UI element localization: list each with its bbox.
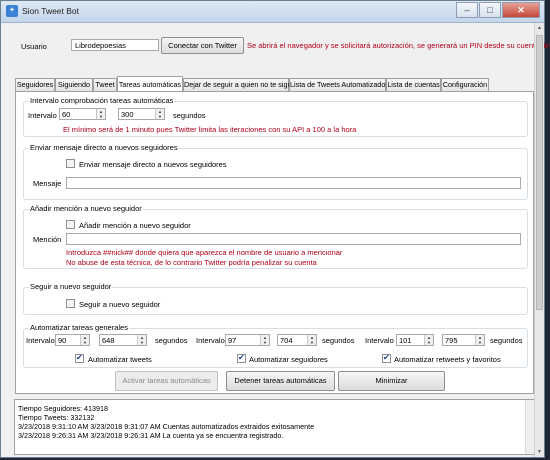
stepper-down-icon[interactable]: ▼ xyxy=(97,114,105,119)
scroll-up-icon[interactable]: ▲ xyxy=(535,23,544,33)
minimize-button[interactable]: Minimizar xyxy=(338,371,445,391)
interval-from-value: 60 xyxy=(62,110,71,119)
tweets-unit: segundos xyxy=(155,336,188,345)
mention-checkbox-label: Añadir mención a nuevo seguidor xyxy=(79,221,191,230)
tweets-to-value: 648 xyxy=(102,336,115,345)
stepper-down-icon[interactable]: ▼ xyxy=(308,340,316,345)
general-group-title: Automatizar tareas generales xyxy=(29,323,129,332)
tweets-from-stepper[interactable]: 90 ▲ ▼ xyxy=(55,334,90,346)
log-output[interactable]: Tiempo Seguidores: 413918 Tiempo Tweets:… xyxy=(14,399,535,455)
tweets-from-value: 90 xyxy=(58,336,67,345)
followers-unit: segundos xyxy=(322,336,355,345)
automate-retweets-checkbox[interactable] xyxy=(382,353,391,363)
tab-lista-cuentas[interactable]: Lista de cuentas xyxy=(386,78,441,91)
interval-group-title: Intervalo comprobación tareas automática… xyxy=(29,96,175,105)
followers-to-stepper[interactable]: 704 ▲ ▼ xyxy=(277,334,317,346)
mention-checkbox[interactable] xyxy=(66,220,75,229)
tab-siguiendo[interactable]: Siguiendo xyxy=(55,78,93,91)
tweets-to-stepper[interactable]: 648 ▲ ▼ xyxy=(99,334,147,346)
log-line: Tiempo Tweets: 332132 xyxy=(18,413,95,422)
follow-group: Seguir a nuevo seguidor Seguir a nuevo s… xyxy=(23,282,528,315)
log-scrollbar[interactable] xyxy=(525,400,534,454)
mention-hint-nick: Introduzca ##nick## donde quiera que apa… xyxy=(66,248,343,257)
general-group: Automatizar tareas generales Intervalo 9… xyxy=(23,323,528,368)
scrollbar-thumb[interactable] xyxy=(536,35,543,310)
main-window: ✦ Sion Tweet Bot – □ ✕ Usuario Librodepo… xyxy=(0,0,550,458)
stepper-down-icon[interactable]: ▼ xyxy=(81,340,89,345)
tab-dejar-de-seguir[interactable]: Dejar de seguir a quien no te sigue xyxy=(183,78,295,91)
interval-group: Intervalo comprobación tareas automática… xyxy=(23,96,528,137)
followers-from-stepper[interactable]: 97 ▲ ▼ xyxy=(225,334,270,346)
window-title: Sion Tweet Bot xyxy=(22,6,80,16)
tab-seguidores[interactable]: Seguidores xyxy=(15,78,55,91)
retweets-to-value: 795 xyxy=(445,336,458,345)
log-line: 3/23/2018 9:31:10 AM 3/23/2018 9:31:07 A… xyxy=(18,422,315,431)
automate-retweets-label: Automatizar retweets y favoritos xyxy=(394,355,501,364)
connect-notice: Se abrirá el navegador y se solicitará a… xyxy=(247,41,550,50)
dm-group: Enviar mensaje directo a nuevos seguidor… xyxy=(23,143,528,200)
retweets-from-stepper[interactable]: 101 ▲ ▼ xyxy=(396,334,434,346)
interval-label: Intervalo xyxy=(28,111,57,120)
dm-checkbox-label: Enviar mensaje directo a nuevos seguidor… xyxy=(79,160,227,169)
stepper-down-icon[interactable]: ▼ xyxy=(138,340,146,345)
mention-group: Añadir mención a nuevo seguidor Añadir m… xyxy=(23,204,528,269)
dm-checkbox[interactable] xyxy=(66,159,75,168)
tab-configuracion[interactable]: Configuración xyxy=(441,78,489,91)
window-controls: – □ ✕ xyxy=(455,2,540,18)
followers-from-value: 97 xyxy=(228,336,237,345)
stepper-down-icon[interactable]: ▼ xyxy=(261,340,269,345)
interval-from-stepper[interactable]: 60 ▲ ▼ xyxy=(59,108,106,120)
tab-tweet[interactable]: Tweet xyxy=(93,78,117,91)
interval-unit: segundos xyxy=(173,111,206,120)
mention-input[interactable] xyxy=(66,233,521,245)
maximize-window-button[interactable]: □ xyxy=(479,2,501,18)
stepper-down-icon[interactable]: ▼ xyxy=(156,114,164,119)
automate-tweets-checkbox[interactable] xyxy=(75,353,84,363)
log-line: 3/23/2018 9:26:31 AM 3/23/2018 9:26:31 A… xyxy=(18,431,284,440)
followers-to-value: 704 xyxy=(280,336,293,345)
title-bar: ✦ Sion Tweet Bot – □ ✕ xyxy=(1,1,544,23)
user-input[interactable]: Librodepoesias xyxy=(71,39,159,51)
interval-to-stepper[interactable]: 300 ▲ ▼ xyxy=(118,108,165,120)
retweets-interval-label: Intervalo xyxy=(365,336,394,345)
window-scrollbar[interactable]: ▲ ▼ xyxy=(534,23,544,457)
connect-twitter-button[interactable]: Conectar con Twitter xyxy=(161,37,244,54)
minimize-window-button[interactable]: – xyxy=(456,2,478,18)
follow-group-title: Seguir a nuevo seguidor xyxy=(29,282,113,291)
retweets-unit: segundos xyxy=(490,336,523,345)
scroll-down-icon[interactable]: ▼ xyxy=(535,447,544,457)
retweets-to-stepper[interactable]: 795 ▲ ▼ xyxy=(442,334,485,346)
tab-lista-tweets[interactable]: Lista de Tweets Automatizados xyxy=(289,78,389,91)
user-label: Usuario xyxy=(21,42,47,51)
automate-followers-label: Automatizar seguidores xyxy=(249,355,328,364)
stepper-down-icon[interactable]: ▼ xyxy=(425,340,433,345)
followers-interval-label: Intervalo xyxy=(196,336,225,345)
log-line: Tiempo Seguidores: 413918 xyxy=(18,404,109,413)
tab-panel-tareas: Intervalo comprobación tareas automática… xyxy=(15,91,534,394)
app-icon: ✦ xyxy=(6,5,18,17)
message-label: Mensaje xyxy=(33,179,62,188)
dm-group-title: Enviar mensaje directo a nuevos seguidor… xyxy=(29,143,179,152)
automate-tweets-label: Automatizar tweets xyxy=(88,355,152,364)
stepper-down-icon[interactable]: ▼ xyxy=(476,340,484,345)
tweets-interval-label: Intervalo xyxy=(26,336,55,345)
retweets-from-value: 101 xyxy=(399,336,412,345)
follow-checkbox[interactable] xyxy=(66,299,75,308)
tab-tareas-automaticas[interactable]: Tareas automáticas xyxy=(117,76,183,91)
mention-hint-abuse: No abuse de esta técnica, de lo contrari… xyxy=(66,258,317,267)
mention-label: Mención xyxy=(33,235,62,244)
mention-group-title: Añadir mención a nuevo seguidor xyxy=(29,204,143,213)
interval-to-value: 300 xyxy=(121,110,134,119)
activate-tasks-button[interactable]: Activar tareas automáticas xyxy=(115,371,218,391)
message-input[interactable] xyxy=(66,177,521,189)
stop-tasks-button[interactable]: Detener tareas automáticas xyxy=(226,371,335,391)
interval-warning: El mínimo será de 1 minuto pues Twitter … xyxy=(63,125,357,134)
automate-followers-checkbox[interactable] xyxy=(237,353,246,363)
close-window-button[interactable]: ✕ xyxy=(502,2,540,18)
follow-checkbox-label: Seguir a nuevo seguidor xyxy=(79,300,161,309)
